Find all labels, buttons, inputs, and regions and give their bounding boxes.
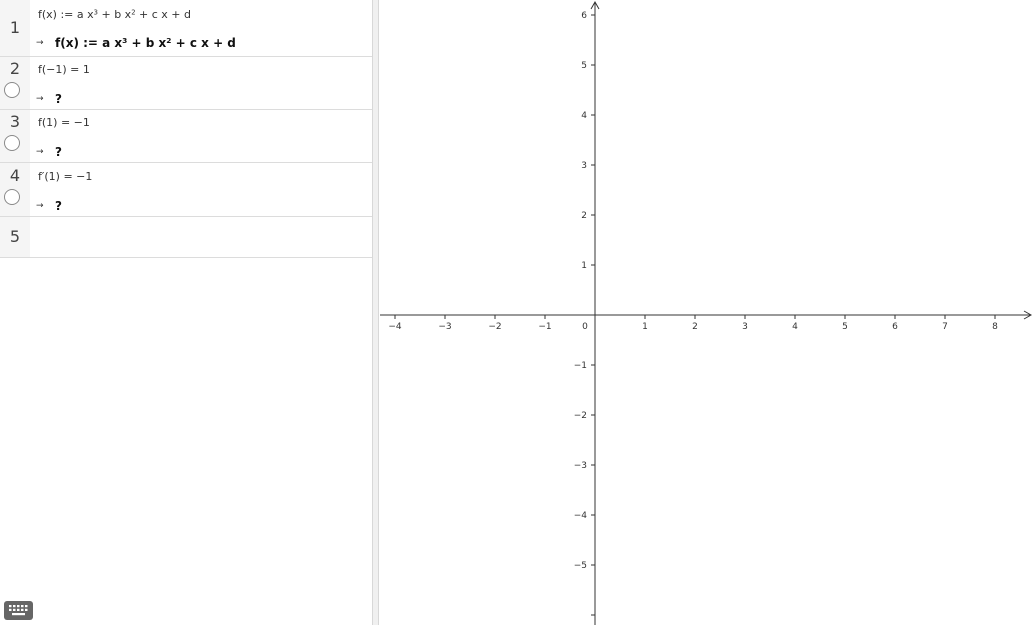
- visibility-toggle-radio[interactable]: [4, 189, 20, 205]
- y-tick-label: −4: [574, 511, 588, 521]
- y-tick-label: 2: [581, 211, 587, 221]
- keyboard-icon: [9, 605, 28, 616]
- graphics-view[interactable]: −4 −3 −2 −1 1 2 3 4 5 6 7 8 0 6 5 4 3 2 1 −1 −2 −3 −4 −5: [380, 0, 1034, 625]
- y-tick-label: 3: [581, 161, 587, 171]
- cas-input-4[interactable]: f′(1) = −1: [38, 170, 92, 183]
- row-number: 5: [9, 227, 21, 246]
- x-tick-label: 7: [942, 322, 948, 332]
- output-arrow-icon: →: [36, 94, 44, 104]
- output-arrow-icon: →: [36, 201, 44, 211]
- output-arrow-icon: →: [36, 147, 44, 157]
- cas-input-1[interactable]: f(x) := a x3 + b x2 + c x + d: [38, 8, 191, 21]
- x-tick-label: −1: [538, 322, 551, 332]
- y-tick-label: 5: [581, 61, 587, 71]
- view-splitter[interactable]: [372, 0, 379, 625]
- x-tick-label: 6: [892, 322, 898, 332]
- cas-row-2[interactable]: 2 f(−1) = 1 → ?: [0, 57, 372, 110]
- y-tick-label: −5: [574, 561, 587, 571]
- cas-view: 1 f(x) := a x3 + b x2 + c x + d → f(x) :…: [0, 0, 372, 625]
- cas-output-1: f(x) := a x3 + b x2 + c x + d: [55, 35, 236, 50]
- x-tick-label: 3: [742, 322, 748, 332]
- cas-row-4[interactable]: 4 f′(1) = −1 → ?: [0, 163, 372, 217]
- cas-row-3[interactable]: 3 f(1) = −1 → ?: [0, 110, 372, 163]
- keyboard-button[interactable]: [4, 601, 33, 620]
- y-tick-label: 6: [581, 11, 587, 21]
- cas-output-3: ?: [55, 145, 62, 159]
- row-number: 3: [9, 112, 21, 131]
- y-tick-label: 4: [581, 111, 587, 121]
- coordinate-axes: −4 −3 −2 −1 1 2 3 4 5 6 7 8 0 6 5 4 3 2 1 −1 −2 −3 −4 −5: [380, 0, 1033, 625]
- x-tick-label: −2: [488, 322, 501, 332]
- visibility-toggle-radio[interactable]: [4, 82, 20, 98]
- x-tick-label: −4: [388, 322, 402, 332]
- x-tick-label: 4: [792, 322, 798, 332]
- x-tick-label: 5: [842, 322, 848, 332]
- output-arrow-icon: →: [36, 38, 44, 48]
- x-tick-label: −3: [438, 322, 451, 332]
- cas-row-1[interactable]: 1 f(x) := a x3 + b x2 + c x + d → f(x) :…: [0, 0, 372, 57]
- row-number: 2: [9, 59, 21, 78]
- x-tick-label: 1: [642, 322, 648, 332]
- cas-row-5[interactable]: 5: [0, 217, 372, 258]
- y-tick-label: −3: [574, 461, 587, 471]
- x-tick-label: 8: [992, 322, 998, 332]
- cas-output-2: ?: [55, 92, 62, 106]
- row-number: 1: [9, 18, 21, 37]
- cas-input-5[interactable]: [38, 227, 358, 245]
- cas-input-3[interactable]: f(1) = −1: [38, 116, 90, 129]
- y-tick-label: 1: [581, 261, 587, 271]
- y-tick-label: −2: [574, 411, 587, 421]
- row-number: 4: [9, 166, 21, 185]
- cas-output-4: ?: [55, 199, 62, 213]
- origin-label: 0: [582, 322, 588, 332]
- x-tick-label: 2: [692, 322, 698, 332]
- cas-input-2[interactable]: f(−1) = 1: [38, 63, 90, 76]
- visibility-toggle-radio[interactable]: [4, 135, 20, 151]
- y-tick-label: −1: [574, 361, 587, 371]
